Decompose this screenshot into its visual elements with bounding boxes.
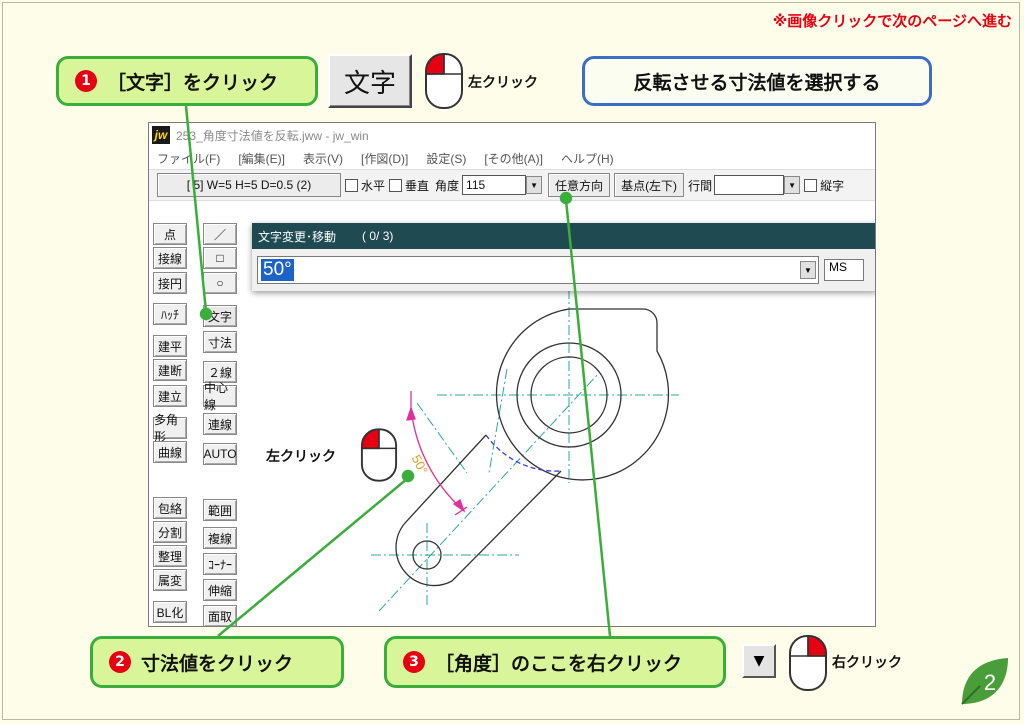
- right-click-label: 右クリック: [832, 655, 902, 671]
- step2-text: 寸法値をクリック: [141, 652, 294, 675]
- step3-text: ［角度］のここを右クリック: [435, 652, 683, 675]
- step3-callout: 3 ［角度］のここを右クリック: [384, 636, 726, 688]
- page-number: 2: [984, 670, 996, 695]
- right-click-mouse-icon: [789, 635, 827, 691]
- step2-callout: 2 寸法値をクリック: [90, 636, 344, 688]
- step2-number: 2: [109, 651, 131, 673]
- pointer-lines: [184, 105, 612, 637]
- dropdown-arrow-icon-large: ▼: [742, 644, 776, 678]
- page-number-leaf-icon: 2: [961, 658, 1008, 705]
- step3-number: 3: [403, 651, 425, 673]
